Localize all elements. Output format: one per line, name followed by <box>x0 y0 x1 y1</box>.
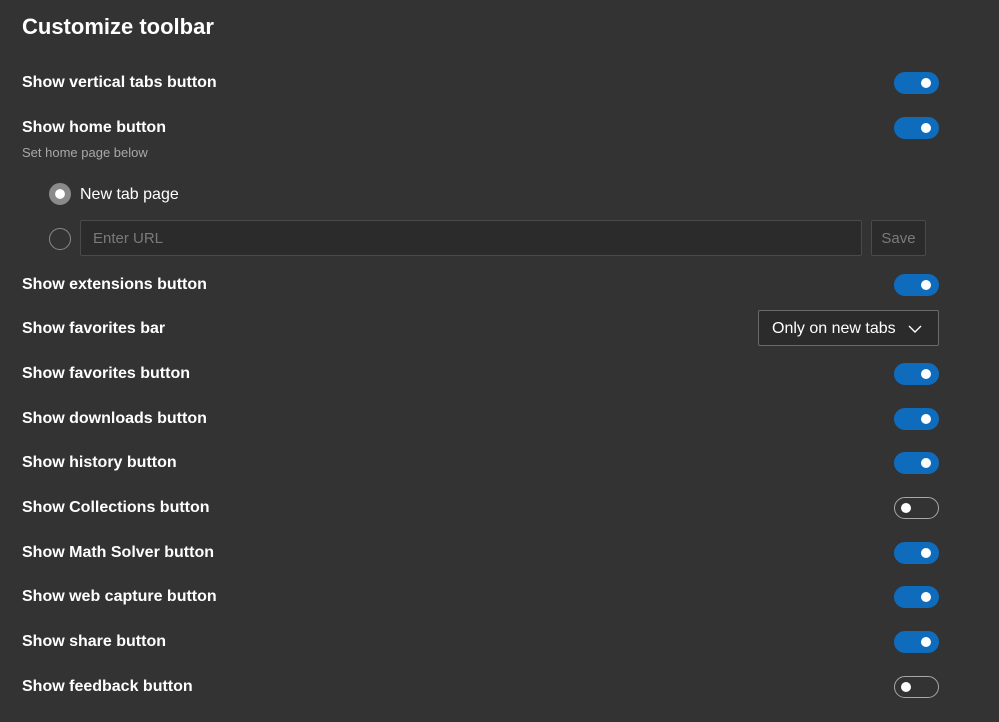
favorites-label: Show favorites button <box>22 365 190 382</box>
setting-row-vertical-tabs: Show vertical tabs button <box>22 69 939 97</box>
web-capture-label: Show web capture button <box>22 588 217 605</box>
collections-label: Show Collections button <box>22 499 210 516</box>
new-tab-page-radio[interactable] <box>49 183 71 205</box>
toggle-knob <box>901 503 911 513</box>
toggle-knob <box>921 458 931 468</box>
favorites-bar-dropdown[interactable]: Only on new tabs <box>758 310 939 346</box>
setting-row-math-solver: Show Math Solver button <box>22 539 939 567</box>
extensions-toggle[interactable] <box>894 274 939 296</box>
page-title: Customize toolbar <box>22 14 214 39</box>
toggle-knob <box>921 414 931 424</box>
feedback-toggle[interactable] <box>894 676 939 698</box>
toggle-knob <box>921 592 931 602</box>
setting-row-collections: Show Collections button <box>22 494 939 522</box>
extensions-label: Show extensions button <box>22 276 207 293</box>
favorites-toggle[interactable] <box>894 363 939 385</box>
vertical-tabs-label: Show vertical tabs button <box>22 74 217 91</box>
setting-row-downloads: Show downloads button <box>22 405 939 433</box>
chevron-down-icon <box>908 325 922 333</box>
share-toggle[interactable] <box>894 631 939 653</box>
toggle-knob <box>921 78 931 88</box>
math-solver-toggle[interactable] <box>894 542 939 564</box>
setting-row-home: Show home button <box>22 114 939 142</box>
share-label: Show share button <box>22 633 166 650</box>
toggle-knob <box>921 123 931 133</box>
history-label: Show history button <box>22 454 177 471</box>
favorites-bar-selected-value: Only on new tabs <box>772 320 896 337</box>
toggle-knob <box>901 682 911 692</box>
home-url-input[interactable] <box>80 220 862 256</box>
setting-row-web-capture: Show web capture button <box>22 583 939 611</box>
setting-row-extensions: Show extensions button <box>22 271 939 299</box>
history-toggle[interactable] <box>894 452 939 474</box>
save-url-button[interactable]: Save <box>871 220 926 256</box>
toggle-knob <box>921 637 931 647</box>
feedback-label: Show feedback button <box>22 678 193 695</box>
toggle-knob <box>921 548 931 558</box>
collections-toggle[interactable] <box>894 497 939 519</box>
web-capture-toggle[interactable] <box>894 586 939 608</box>
new-tab-page-label: New tab page <box>80 186 179 203</box>
math-solver-label: Show Math Solver button <box>22 544 214 561</box>
setting-row-history: Show history button <box>22 449 939 477</box>
setting-row-feedback: Show feedback button <box>22 673 939 701</box>
favorites-bar-label: Show favorites bar <box>22 320 166 337</box>
downloads-toggle[interactable] <box>894 408 939 430</box>
custom-url-radio[interactable] <box>49 228 71 250</box>
setting-row-favorites-bar: Show favorites bar Only on new tabs <box>22 310 939 346</box>
home-page-hint: Set home page below <box>22 145 148 160</box>
vertical-tabs-toggle[interactable] <box>894 72 939 94</box>
setting-row-favorites: Show favorites button <box>22 360 939 388</box>
downloads-label: Show downloads button <box>22 410 207 427</box>
toggle-knob <box>921 280 931 290</box>
setting-row-share: Show share button <box>22 628 939 656</box>
toggle-knob <box>921 369 931 379</box>
home-button-label: Show home button <box>22 119 166 136</box>
home-button-toggle[interactable] <box>894 117 939 139</box>
